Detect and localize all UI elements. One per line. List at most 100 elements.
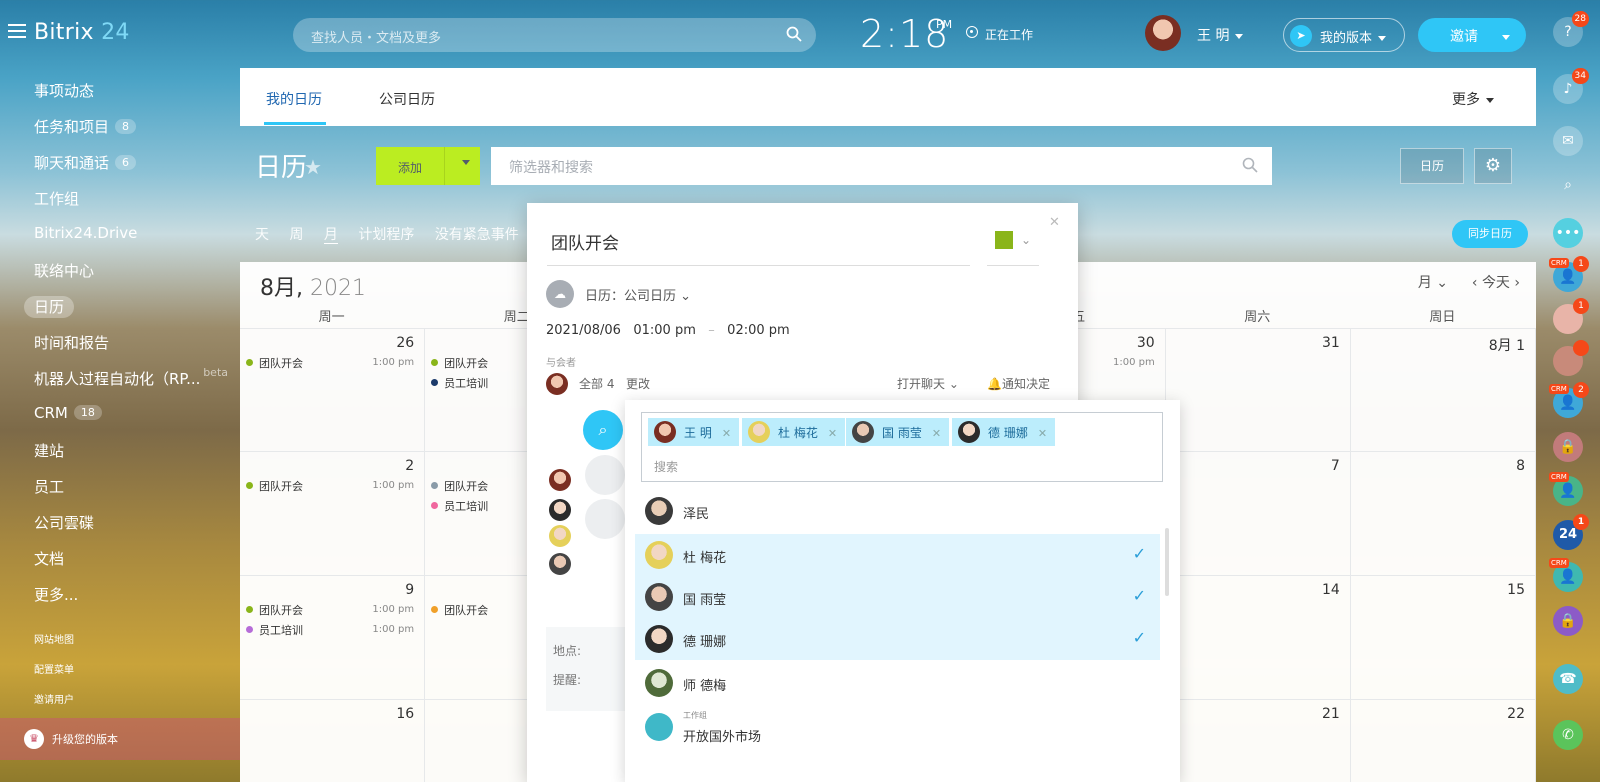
attendee-tag[interactable]: 国 雨莹 ✕ — [846, 418, 950, 446]
contact-avatar[interactable] — [1553, 340, 1589, 376]
calendar-event[interactable]: 团队开会 — [246, 478, 303, 494]
tab-company-calendar[interactable]: 公司日历 — [379, 89, 435, 109]
invite-button[interactable]: 邀请 — [1418, 18, 1526, 52]
attendee-tag[interactable]: 德 珊娜 ✕ — [952, 418, 1056, 446]
attendees-change-link[interactable]: 更改 — [626, 375, 650, 392]
nav-item-employees[interactable]: 员工 — [0, 468, 240, 504]
event-datetime[interactable]: 2021/08/06 01:00 pm – 02:00 pm — [546, 323, 790, 338]
calendar-day-cell[interactable]: 26 团队开会 1:00 pm — [240, 328, 426, 452]
lock-icon[interactable]: 🔒 — [1553, 432, 1583, 462]
nav-link-invite-users[interactable]: 邀请用户 — [0, 682, 240, 712]
telephony-icon[interactable]: ☎ — [1553, 664, 1583, 694]
crm-contact-icon[interactable]: 👤 CRM 1 — [1549, 256, 1589, 292]
nav-item-drive[interactable]: Bitrix24.Drive — [0, 216, 240, 252]
view-no-urgent[interactable]: 没有紧急事件 — [435, 227, 519, 243]
nav-item-feed[interactable]: 事项动态 — [0, 72, 240, 108]
attendee-option[interactable]: 师 德梅 — [635, 662, 1160, 704]
nav-link-config-menu[interactable]: 配置菜单 — [0, 652, 240, 682]
more-menu[interactable]: 更多 — [1452, 89, 1494, 109]
close-icon[interactable]: ✕ — [1049, 215, 1060, 230]
calendar-event[interactable]: 员工培训 — [431, 498, 488, 514]
attendee-tag[interactable]: 杜 梅花 ✕ — [742, 418, 846, 446]
nav-item-rpa[interactable]: 机器人过程自动化（RP... beta — [0, 360, 240, 396]
nav-item-workgroups[interactable]: 工作组 — [0, 180, 240, 216]
search-icon[interactable]: ⌕ — [1553, 170, 1583, 200]
event-date[interactable]: 2021/08/06 — [546, 323, 621, 338]
event-title-input[interactable]: 团队开会 — [551, 229, 619, 254]
calendar-day-cell[interactable]: 15 — [1350, 576, 1536, 700]
calendar-selector[interactable]: 日历：公司日历 ⌄ — [585, 285, 691, 304]
upgrade-button[interactable]: ♛ 升级您的版本 — [0, 718, 240, 760]
gear-icon[interactable]: ⚙ — [1474, 148, 1512, 184]
avatar[interactable] — [1145, 15, 1181, 51]
calendar-day-cell[interactable]: 8月 1 — [1350, 328, 1536, 452]
sync-calendar-button[interactable]: 同步日历 — [1452, 220, 1528, 248]
nav-item-time-reports[interactable]: 时间和报告 — [0, 324, 240, 360]
nav-item-chats[interactable]: 聊天和通话 6 — [0, 144, 240, 180]
nav-item-tasks[interactable]: 任务和项目 8 — [0, 108, 240, 144]
tab-my-calendar[interactable]: 我的日历 — [266, 89, 322, 109]
notify-decision[interactable]: 🔔通知决定 — [987, 375, 1050, 392]
contact-avatar[interactable]: 1 — [1553, 298, 1589, 334]
calendar-event[interactable]: 员工培训 — [246, 622, 303, 638]
add-dropdown-button[interactable] — [444, 147, 480, 185]
close-icon[interactable]: ✕ — [828, 427, 837, 440]
view-month[interactable]: 月 — [323, 227, 338, 244]
call-icon[interactable]: ✆ — [1553, 720, 1583, 750]
nav-item-contact-center[interactable]: 联络中心 — [0, 252, 240, 288]
crm-contact-icon[interactable]: 👤 CRM — [1549, 558, 1583, 592]
nav-item-sites[interactable]: 建站 — [0, 432, 240, 468]
search-input[interactable]: 查找人员・文档及更多 — [293, 18, 816, 52]
attendee-option[interactable]: 杜 梅花 ✓ — [635, 534, 1160, 576]
calendar-day-cell[interactable]: 8 — [1350, 452, 1536, 576]
calendar-day-cell[interactable]: 16 — [240, 700, 426, 782]
close-icon[interactable]: ✕ — [722, 427, 731, 440]
open-chat-link[interactable]: 打开聊天 ⌄ — [897, 375, 959, 392]
view-week[interactable]: 周 — [289, 227, 303, 243]
calendar-day-cell[interactable]: 2 团队开会 1:00 pm — [240, 452, 426, 576]
calendar-day-cell[interactable]: 21 — [1166, 700, 1351, 782]
menu-icon[interactable] — [8, 24, 26, 38]
view-day[interactable]: 天 — [255, 227, 269, 243]
user-menu[interactable]: 王 明 — [1197, 25, 1244, 45]
nav-item-calendar[interactable]: 日历 — [0, 288, 240, 324]
more-contacts-icon[interactable]: ••• — [1553, 218, 1583, 248]
calendar-event[interactable]: 团队开会 — [431, 355, 488, 371]
nav-link-sitemap[interactable]: 网站地图 — [0, 622, 240, 652]
nav-item-company-drive[interactable]: 公司雲碟 — [0, 504, 240, 540]
attendee-option[interactable]: 国 雨莹 ✓ — [635, 576, 1160, 618]
calendar-day-cell[interactable]: 22 — [1351, 700, 1536, 782]
calendar-event[interactable]: 员工培训 — [431, 375, 488, 391]
calendar-day-cell[interactable]: 7 — [1165, 452, 1351, 576]
calendar-day-cell[interactable]: 14 — [1165, 576, 1351, 700]
filter-search-input[interactable]: 筛选器和搜索 — [491, 147, 1272, 185]
calendar-event[interactable]: 团队开会 — [431, 478, 488, 494]
logo[interactable]: Bitrix 24 — [34, 20, 130, 45]
selected-attendees-box[interactable]: 王 明 ✕ 杜 梅花 ✕ 国 雨莹 ✕ 德 珊娜 ✕ 搜索 — [641, 412, 1163, 482]
calendar-event[interactable]: 团队开会 — [246, 355, 303, 371]
work-status-icon[interactable] — [966, 26, 978, 38]
nav-item-crm[interactable]: CRM 18 — [0, 396, 240, 432]
close-icon[interactable]: ✕ — [1038, 427, 1047, 440]
color-swatch[interactable] — [995, 231, 1013, 249]
chat-icon[interactable]: ✉ — [1553, 126, 1583, 156]
lock-icon[interactable]: 🔒 — [1553, 606, 1583, 636]
attendee-option[interactable]: 泽民 — [635, 490, 1160, 532]
calendar-button[interactable]: 日历 — [1400, 148, 1464, 184]
scrollbar[interactable] — [1165, 528, 1169, 596]
calendar-day-cell[interactable]: 31 — [1165, 328, 1351, 452]
attendee-option[interactable]: 工作组 开放国外市场 — [635, 706, 1160, 748]
close-icon[interactable]: ✕ — [932, 427, 941, 440]
version-button[interactable]: ➤ 我的版本 — [1283, 18, 1405, 52]
bell-icon[interactable]: ♪ 34 — [1553, 68, 1589, 104]
nav-item-more[interactable]: 更多... — [0, 576, 240, 612]
attendee-option[interactable]: 德 珊娜 ✓ — [635, 618, 1160, 660]
view-planner[interactable]: 计划程序 — [358, 227, 414, 243]
calendar-event[interactable]: 团队开会 — [431, 602, 488, 618]
help-icon[interactable]: ? 28 — [1553, 11, 1589, 47]
event-start-time[interactable]: 01:00 pm — [633, 323, 696, 338]
bitrix24-icon[interactable]: 24 1 — [1553, 514, 1589, 550]
chat-icon[interactable]: ⌕ — [583, 410, 623, 450]
calendar-event[interactable]: 团队开会 — [246, 602, 303, 618]
calendar-day-cell[interactable]: 9 团队开会 1:00 pm 员工培训 1:00 pm — [240, 576, 426, 700]
